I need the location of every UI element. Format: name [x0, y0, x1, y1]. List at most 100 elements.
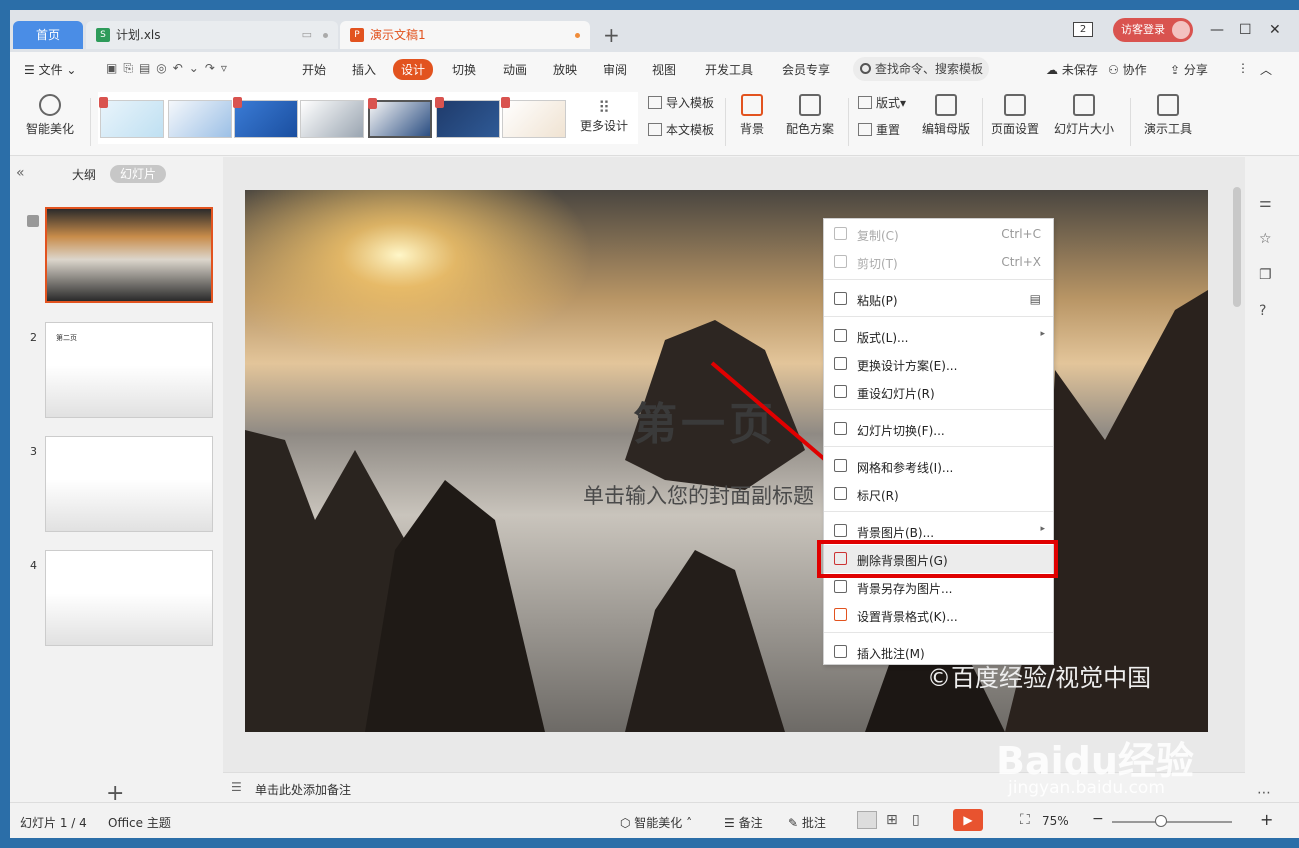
- comment-label: 批注: [801, 816, 826, 830]
- smart-beauty-status[interactable]: ⬡ 智能美化 ˄: [620, 814, 692, 831]
- more-design-button[interactable]: ⠿ 更多设计: [576, 98, 632, 134]
- tab-home[interactable]: 首页: [13, 21, 83, 49]
- more-icon[interactable]: ⋯: [1257, 785, 1271, 801]
- menu-reset-slide[interactable]: 重设幻灯片(R): [824, 378, 1053, 406]
- normal-view-icon[interactable]: [857, 811, 877, 829]
- shortcut: Ctrl+X: [1001, 255, 1041, 269]
- menu-insert[interactable]: 插入: [352, 61, 376, 78]
- import-template-label: 导入模板: [666, 96, 715, 110]
- template-thumb[interactable]: [435, 97, 500, 138]
- layout-button[interactable]: 版式▾: [858, 94, 906, 111]
- template-thumb[interactable]: [300, 100, 364, 138]
- slide-size-button[interactable]: 幻灯片大小: [1046, 94, 1122, 137]
- template-thumb[interactable]: [501, 97, 566, 138]
- menu-developer[interactable]: 开发工具: [705, 61, 753, 78]
- sorter-view-icon[interactable]: ⊞: [886, 812, 898, 828]
- slide-number: 2: [30, 331, 37, 344]
- menu-ruler[interactable]: 标尺(R): [824, 480, 1053, 508]
- slide-thumb-1[interactable]: [45, 207, 213, 303]
- template-thumb-selected[interactable]: [368, 98, 432, 138]
- divider: [1130, 98, 1131, 146]
- template-thumb[interactable]: [233, 97, 298, 138]
- layout-icon: [858, 96, 872, 109]
- maximize-button[interactable]: ☐: [1239, 22, 1252, 38]
- edit-master-button[interactable]: 编辑母版: [916, 94, 976, 137]
- star-icon[interactable]: ☆: [1259, 231, 1272, 247]
- collab-button[interactable]: ⚇ 协作: [1108, 61, 1147, 78]
- notes-icon: ☰: [231, 780, 242, 794]
- scrollbar-thumb[interactable]: [1233, 187, 1241, 307]
- menu-design[interactable]: 设计: [393, 59, 434, 80]
- fit-window-icon[interactable]: ⛶: [1020, 812, 1030, 828]
- file-label: 文件: [38, 63, 63, 77]
- template-thumb[interactable]: [99, 97, 164, 138]
- zoom-in-button[interactable]: +: [1260, 810, 1273, 829]
- notes-toggle[interactable]: ☰ 备注: [724, 814, 763, 831]
- comment-icon: [834, 645, 847, 658]
- import-template-button[interactable]: 导入模板: [648, 94, 714, 111]
- slides-icon[interactable]: ❐: [1259, 267, 1272, 283]
- more-menu-icon[interactable]: ⋮: [1237, 61, 1249, 75]
- menu-review[interactable]: 审阅: [603, 61, 627, 78]
- present-tools-button[interactable]: 演示工具: [1136, 94, 1200, 137]
- reading-view-icon[interactable]: ▯: [912, 812, 920, 828]
- grid-icon: ⠿: [598, 98, 610, 117]
- window-count-badge[interactable]: 2: [1073, 22, 1093, 37]
- properties-icon[interactable]: ⚌: [1259, 195, 1272, 211]
- background-button[interactable]: 背景: [730, 94, 774, 137]
- smart-beauty-button[interactable]: 智能美化: [18, 94, 82, 137]
- menu-transition[interactable]: 切换: [452, 61, 476, 78]
- theme-name[interactable]: Office 主题: [108, 814, 171, 831]
- menu-layout[interactable]: 版式(L)... ▸: [824, 322, 1053, 350]
- unsaved-status[interactable]: ☁ 未保存: [1046, 61, 1098, 78]
- tab-presentation[interactable]: P 演示文稿1: [340, 21, 590, 49]
- menu-copy[interactable]: 复制(C) Ctrl+C: [824, 220, 1053, 248]
- help-icon[interactable]: ?: [1259, 303, 1266, 319]
- file-menu[interactable]: ☰ 文件 ⌄: [24, 61, 76, 78]
- share-button[interactable]: ⇪ 分享: [1170, 61, 1208, 78]
- paste-options-icon[interactable]: ▤: [1030, 292, 1041, 306]
- slides-tab[interactable]: 幻灯片: [110, 165, 166, 183]
- this-template-button[interactable]: 本文模板: [648, 121, 714, 138]
- menu-view[interactable]: 视图: [652, 61, 676, 78]
- page-setup-button[interactable]: 页面设置: [986, 94, 1044, 137]
- guest-login-button[interactable]: 访客登录: [1113, 18, 1193, 42]
- menu-slideshow[interactable]: 放映: [553, 61, 577, 78]
- slide-thumb-3[interactable]: [45, 436, 213, 532]
- play-icon[interactable]: ▶: [953, 809, 983, 831]
- menu-change-design[interactable]: 更换设计方案(E)...: [824, 350, 1053, 378]
- tab-bar: 首页 S 计划.xls ▭ P 演示文稿1 + 2 访客登录 — ☐ ✕: [10, 10, 1299, 52]
- zoom-level[interactable]: 75%: [1042, 814, 1069, 828]
- zoom-slider[interactable]: [1112, 821, 1232, 823]
- command-search[interactable]: 查找命令、搜索模板: [853, 57, 989, 81]
- collapse-ribbon-icon[interactable]: ︿: [1260, 61, 1272, 78]
- color-scheme-button[interactable]: 配色方案: [778, 94, 842, 137]
- menu-cut[interactable]: 剪切(T) Ctrl+X: [824, 248, 1053, 276]
- slide-canvas[interactable]: 第一页 单击输入您的封面副标题 ©百度经验/视觉中国: [245, 190, 1208, 732]
- menu-start[interactable]: 开始: [302, 61, 326, 78]
- menu-grid[interactable]: 网格和参考线(I)...: [824, 452, 1053, 480]
- collapse-panel-icon[interactable]: «: [16, 165, 25, 181]
- menu-bg-format[interactable]: 设置背景格式(K)...: [824, 601, 1053, 629]
- minimize-button[interactable]: —: [1210, 22, 1224, 38]
- slide-thumb-2[interactable]: 第二页: [45, 322, 213, 418]
- menu-transition[interactable]: 幻灯片切换(F)...: [824, 415, 1053, 443]
- menu-insert-comment[interactable]: 插入批注(M): [824, 638, 1053, 666]
- slide-thumb-4[interactable]: [45, 550, 213, 646]
- menu-animation[interactable]: 动画: [503, 61, 527, 78]
- tab-file-xls[interactable]: S 计划.xls ▭: [86, 21, 338, 49]
- menu-paste[interactable]: 粘贴(P) ▤: [824, 285, 1053, 313]
- zoom-out-button[interactable]: −: [1092, 811, 1104, 827]
- outline-tab[interactable]: 大纲: [72, 166, 96, 183]
- presentation-icon: P: [350, 28, 364, 42]
- zoom-slider-handle[interactable]: [1155, 815, 1167, 827]
- close-button[interactable]: ✕: [1269, 22, 1281, 38]
- quick-access-icons[interactable]: ▣⎘▤◎↶⌄↷▿: [106, 61, 233, 76]
- reset-button[interactable]: 重置: [858, 121, 900, 138]
- template-thumb[interactable]: [168, 100, 232, 138]
- comment-toggle[interactable]: ✎ 批注: [788, 814, 826, 831]
- menu-member[interactable]: 会员专享: [782, 61, 830, 78]
- menu-label: 幻灯片切换(F)...: [857, 424, 945, 438]
- new-tab-button[interactable]: +: [603, 23, 620, 47]
- monitor-icon[interactable]: ▭: [302, 21, 312, 49]
